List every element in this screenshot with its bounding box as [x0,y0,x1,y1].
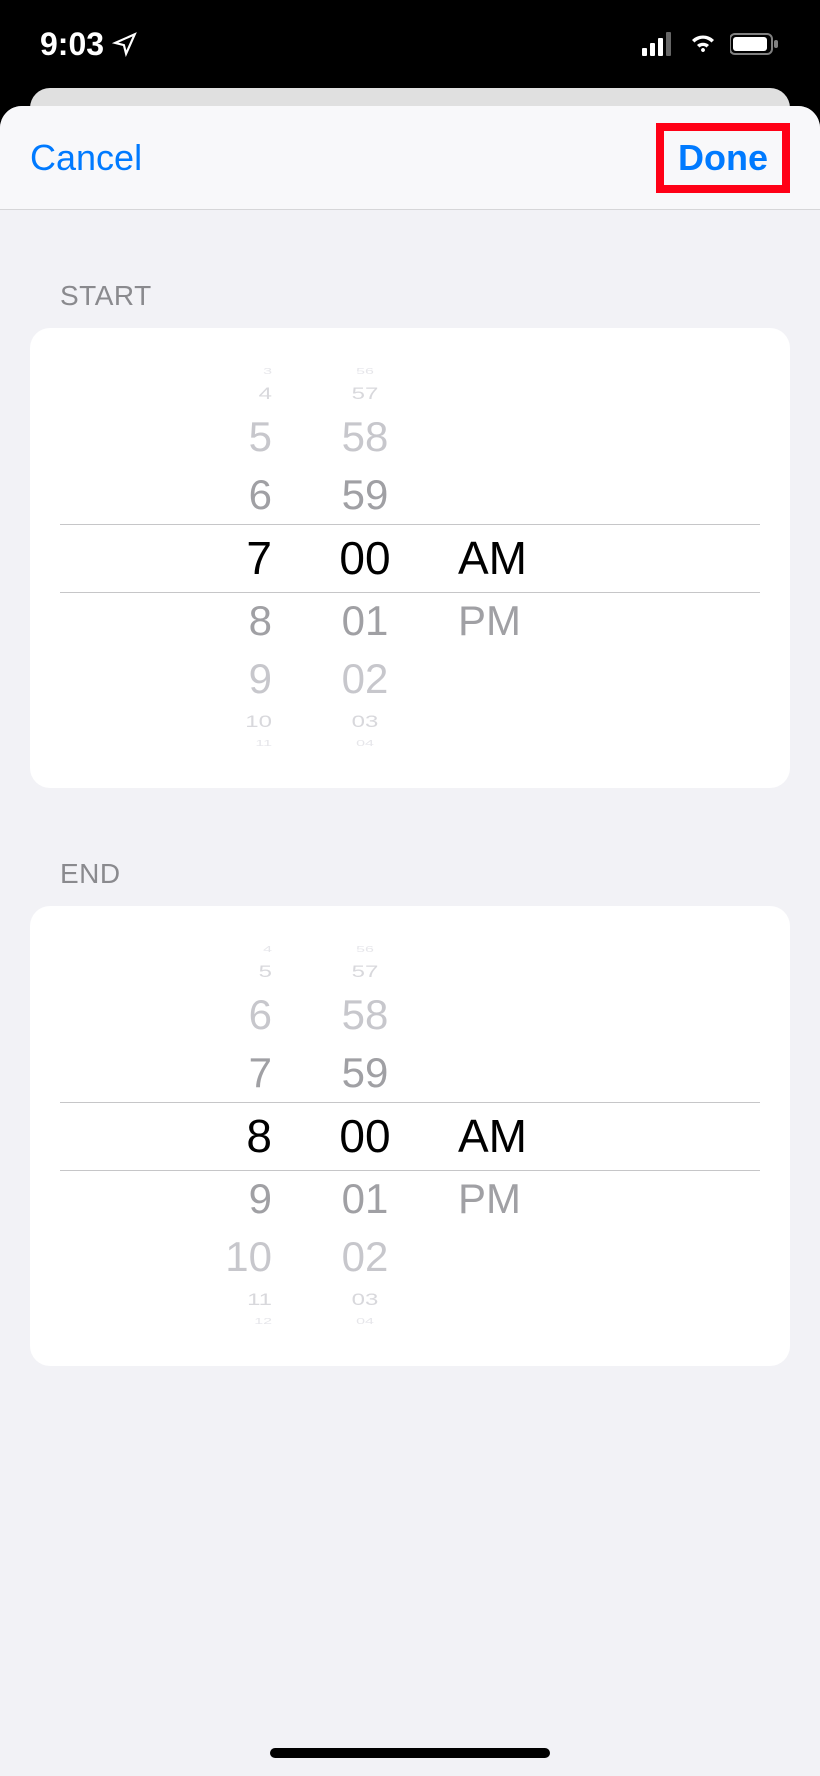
spacer [458,650,470,708]
start-hour-option: 4 [259,384,272,404]
spacer [458,740,462,748]
end-minute-option: 02 [342,1228,389,1286]
start-hour-option: 8 [249,592,272,650]
start-hour-option: 11 [255,740,272,748]
start-hour-option: 10 [245,712,272,732]
end-hour-option: 9 [249,1170,272,1228]
spacer [458,1044,470,1102]
start-minute-option: 04 [356,740,374,748]
end-minute-option: 04 [356,1318,374,1326]
end-period-wheel[interactable]: AM PM [440,906,620,1366]
start-minute-selected: 00 [339,524,390,592]
spacer [458,962,465,982]
spacer [458,712,465,732]
spacer [458,408,470,466]
start-minute-option: 58 [342,408,389,466]
done-button[interactable]: Done [678,137,768,178]
status-right [642,32,780,56]
end-hour-option: 12 [254,1318,272,1326]
end-hour-option: 10 [225,1228,272,1286]
spacer [458,384,465,404]
end-hour-option: 5 [259,962,272,982]
start-minute-option: 03 [352,712,379,732]
end-hour-wheel[interactable]: 4 5 6 7 8 9 10 11 12 [30,906,290,1366]
home-indicator[interactable] [270,1748,550,1758]
start-period-option: PM [458,592,521,650]
end-minute-option: 03 [352,1290,379,1310]
start-hour-option: 9 [249,650,272,708]
modal-header: Cancel Done [0,106,820,210]
spacer [458,466,470,524]
end-period-selected: AM [458,1102,527,1170]
end-minute-option: 56 [356,946,374,954]
background-card-peek [30,88,790,108]
signal-icon [642,32,676,56]
end-picker: 4 5 6 7 8 9 10 11 12 56 57 58 59 00 01 [30,906,790,1366]
start-minute-option: 02 [342,650,389,708]
spacer [458,1228,470,1286]
start-period-selected: AM [458,524,527,592]
start-period-wheel[interactable]: AM PM [440,328,620,788]
end-period-option: PM [458,1170,521,1228]
end-hour-option: 11 [247,1290,272,1310]
start-section: START 3 4 5 6 7 8 9 10 11 56 57 [0,210,820,788]
start-minute-option: 59 [342,466,389,524]
start-picker: 3 4 5 6 7 8 9 10 11 56 57 58 59 00 01 [30,328,790,788]
battery-icon [730,32,780,56]
end-section: END 4 5 6 7 8 9 10 11 12 56 57 [0,788,820,1366]
time-picker-modal: Cancel Done START 3 4 5 6 7 8 9 10 11 [0,106,820,1776]
wifi-icon [686,32,720,56]
status-bar: 9:03 [0,0,820,88]
start-label: START [30,210,790,328]
start-hour-option: 3 [263,368,272,376]
end-minute-option: 01 [342,1170,389,1228]
spacer [458,1318,462,1326]
end-minute-selected: 00 [339,1102,390,1170]
location-icon [112,31,138,57]
spacer [458,1290,465,1310]
start-hour-wheel[interactable]: 3 4 5 6 7 8 9 10 11 [30,328,290,788]
status-time: 9:03 [40,26,104,63]
spacer [458,368,462,376]
start-hour-option: 5 [249,408,272,466]
done-button-highlight: Done [656,123,790,193]
end-minute-wheel[interactable]: 56 57 58 59 00 01 02 03 04 [290,906,440,1366]
end-hour-option: 4 [263,946,272,954]
end-hour-option: 6 [249,986,272,1044]
start-hour-selected: 7 [246,524,272,592]
end-minute-option: 57 [352,962,379,982]
spacer [458,946,462,954]
end-label: END [30,788,790,906]
cancel-button[interactable]: Cancel [30,137,142,179]
start-minute-option: 01 [342,592,389,650]
start-minute-wheel[interactable]: 56 57 58 59 00 01 02 03 04 [290,328,440,788]
start-hour-option: 6 [249,466,272,524]
start-minute-option: 57 [352,384,379,404]
end-hour-selected: 8 [246,1102,272,1170]
status-time-area: 9:03 [40,26,138,63]
start-minute-option: 56 [356,368,374,376]
end-hour-option: 7 [249,1044,272,1102]
end-minute-option: 58 [342,986,389,1044]
end-minute-option: 59 [342,1044,389,1102]
spacer [458,986,470,1044]
